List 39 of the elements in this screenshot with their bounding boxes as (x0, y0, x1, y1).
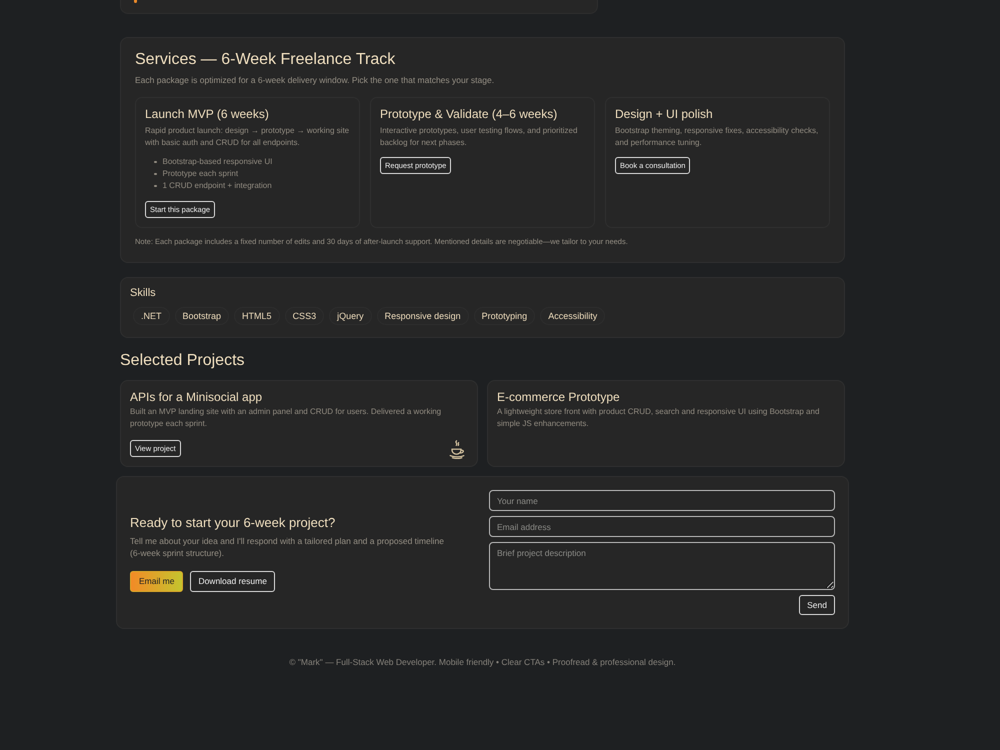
project-title: E-commerce Prototype (497, 389, 621, 405)
message-field[interactable]: Brief project description (489, 542, 835, 590)
section-title: Skills (130, 286, 157, 300)
project-title: APIs for a Minisocial app (130, 389, 264, 405)
feature-text: Prototype each sprint (162, 168, 238, 180)
project-description: A lightweight store front with product CRUD, search and responsive UI using Bootstrap and simple JS enhancements. (497, 406, 820, 430)
text-field[interactable]: Email address (489, 516, 835, 537)
accent-mark (134, 0, 137, 3)
bullet-icon (154, 184, 156, 188)
footer-text: © "Mark" — Full-Stack Web Developer. Mobile friendly • Clear CTAs • Proofread & professional design. (288, 656, 677, 668)
section-subtitle: Each package is optimized for a 6-week delivery window. Pick the one that matches your stage. (135, 74, 496, 86)
email-button[interactable]: Email me (130, 570, 184, 592)
skill-tag: jQuery (329, 307, 372, 325)
bullet-icon (154, 172, 156, 176)
download-button[interactable]: Download resume (190, 570, 275, 592)
package-description: Bootstrap theming, responsive fixes, accessibility checks, and performance tuning. (615, 125, 820, 148)
package-title: Prototype & Validate (4–6 weeks) (380, 106, 558, 122)
skill-tag: HTML5 (234, 307, 280, 325)
skill-tag: Responsive design (376, 307, 469, 325)
package-description: Rapid product launch: design → prototype → working site with basic auth and CRUD for all endpoints. (145, 125, 350, 148)
feature-text: Bootstrap-based responsive UI (162, 156, 272, 168)
section-title: Selected Projects (120, 351, 246, 371)
bullet-icon (154, 160, 156, 164)
skill-tag: .NET (133, 307, 170, 325)
skill-tag: Bootstrap (174, 307, 230, 325)
send-button[interactable]: Send (799, 595, 835, 615)
contact-text: Tell me about your idea and I'll respond with a tailored plan and a proposed timeline (6-week sprint structure). (130, 534, 445, 560)
project-description: Built an MVP landing site with an admin panel and CRUD for users. Delivered a working prototype each sprint. (130, 406, 442, 430)
package-title: Launch MVP (6 weeks) (145, 106, 270, 122)
skill-tag: Prototyping (474, 307, 536, 325)
package-title: Design + UI polish (615, 106, 714, 122)
section-title: Services — 6-Week Freelance Track (135, 50, 396, 70)
contact-title: Ready to start your 6-week project? (130, 514, 336, 532)
skill-tag: CSS3 (284, 307, 324, 325)
coffee-cup-icon (449, 440, 465, 459)
package-description: Interactive prototypes, user testing flows, and prioritized backlog for next phases. (380, 125, 578, 148)
feature-text: 1 CRUD endpoint + integration (162, 180, 272, 192)
skill-tag: Accessibility (540, 307, 606, 325)
text-field[interactable]: Your name (489, 490, 835, 511)
